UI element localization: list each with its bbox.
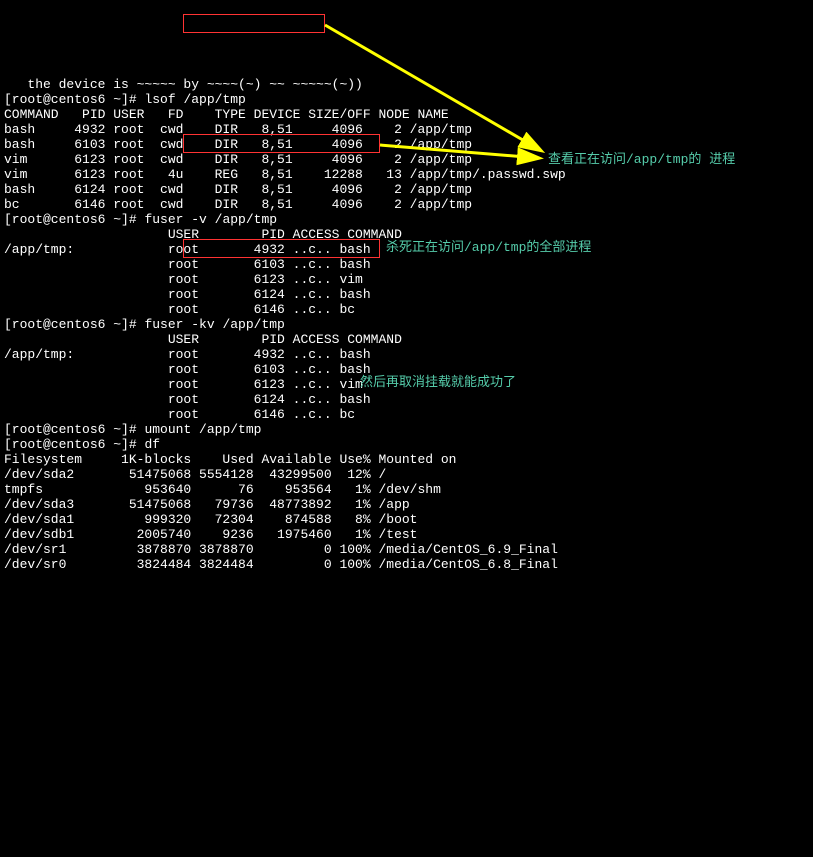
fuser-row: root 6146 ..c.. bc [4, 302, 355, 317]
fuser-row: root 6103 ..c.. bash [4, 362, 371, 377]
fuser-row: root 6146 ..c.. bc [4, 407, 355, 422]
prompt: [root@centos6 ~]# [4, 317, 144, 332]
lsof-row: bc 6146 root cwd DIR 8,51 4096 2 /app/tm… [4, 197, 472, 212]
df-row: /dev/sdb1 2005740 9236 1975460 1% /test [4, 527, 417, 542]
df-header: Filesystem 1K-blocks Used Available Use%… [4, 452, 456, 467]
df-row: /dev/sr1 3878870 3878870 0 100% /media/C… [4, 542, 558, 557]
fuser-header: USER PID ACCESS COMMAND [4, 227, 402, 242]
terminal-output: the device is ~~~~~ by ~~~~(~) ~~ ~~~~~(… [4, 62, 809, 572]
fuser-row: root 6103 ..c.. bash [4, 257, 371, 272]
annotation-1: 查看正在访问/app/tmp的 进程 [548, 152, 735, 167]
fuser-row: /app/tmp: root 4932 ..c.. bash [4, 242, 371, 257]
fuser-row: root 6123 ..c.. vim [4, 272, 363, 287]
fuser-row: root 6123 ..c.. vim [4, 377, 363, 392]
prompt: [root@centos6 ~]# [4, 212, 144, 227]
fuser-row: root 6124 ..c.. bash [4, 392, 371, 407]
cmd-lsof[interactable]: lsof /app/tmp [144, 92, 245, 107]
top-line: the device is ~~~~~ by ~~~~(~) ~~ ~~~~~(… [4, 77, 363, 92]
annotation-2: 杀死正在访问/app/tmp的全部进程 [386, 240, 591, 255]
df-row: tmpfs 953640 76 953564 1% /dev/shm [4, 482, 441, 497]
cmd-umount[interactable]: umount /app/tmp [144, 422, 261, 437]
df-row: /dev/sda3 51475068 79736 48773892 1% /ap… [4, 497, 410, 512]
df-row: /dev/sr0 3824484 3824484 0 100% /media/C… [4, 557, 558, 572]
prompt: [root@centos6 ~]# [4, 92, 144, 107]
lsof-row: vim 6123 root 4u REG 8,51 12288 13 /app/… [4, 167, 566, 182]
lsof-header: COMMAND PID USER FD TYPE DEVICE SIZE/OFF… [4, 107, 449, 122]
lsof-row: bash 6124 root cwd DIR 8,51 4096 2 /app/… [4, 182, 472, 197]
prompt: [root@centos6 ~]# [4, 422, 144, 437]
cmd-fuser-v[interactable]: fuser -v /app/tmp [144, 212, 277, 227]
lsof-row: bash 6103 root cwd DIR 8,51 4096 2 /app/… [4, 137, 472, 152]
fuser-row: /app/tmp: root 4932 ..c.. bash [4, 347, 371, 362]
annotation-3: 然后再取消挂载就能成功了 [360, 375, 516, 390]
cmd-fuser-kv[interactable]: fuser -kv /app/tmp [144, 317, 284, 332]
prompt: [root@centos6 ~]# [4, 437, 144, 452]
df-row: /dev/sda2 51475068 5554128 43299500 12% … [4, 467, 386, 482]
lsof-row: bash 4932 root cwd DIR 8,51 4096 2 /app/… [4, 122, 472, 137]
fuser-header: USER PID ACCESS COMMAND [4, 332, 402, 347]
lsof-row: vim 6123 root cwd DIR 8,51 4096 2 /app/t… [4, 152, 472, 167]
highlight-lsof [183, 14, 325, 33]
cmd-df[interactable]: df [144, 437, 160, 452]
fuser-row: root 6124 ..c.. bash [4, 287, 371, 302]
